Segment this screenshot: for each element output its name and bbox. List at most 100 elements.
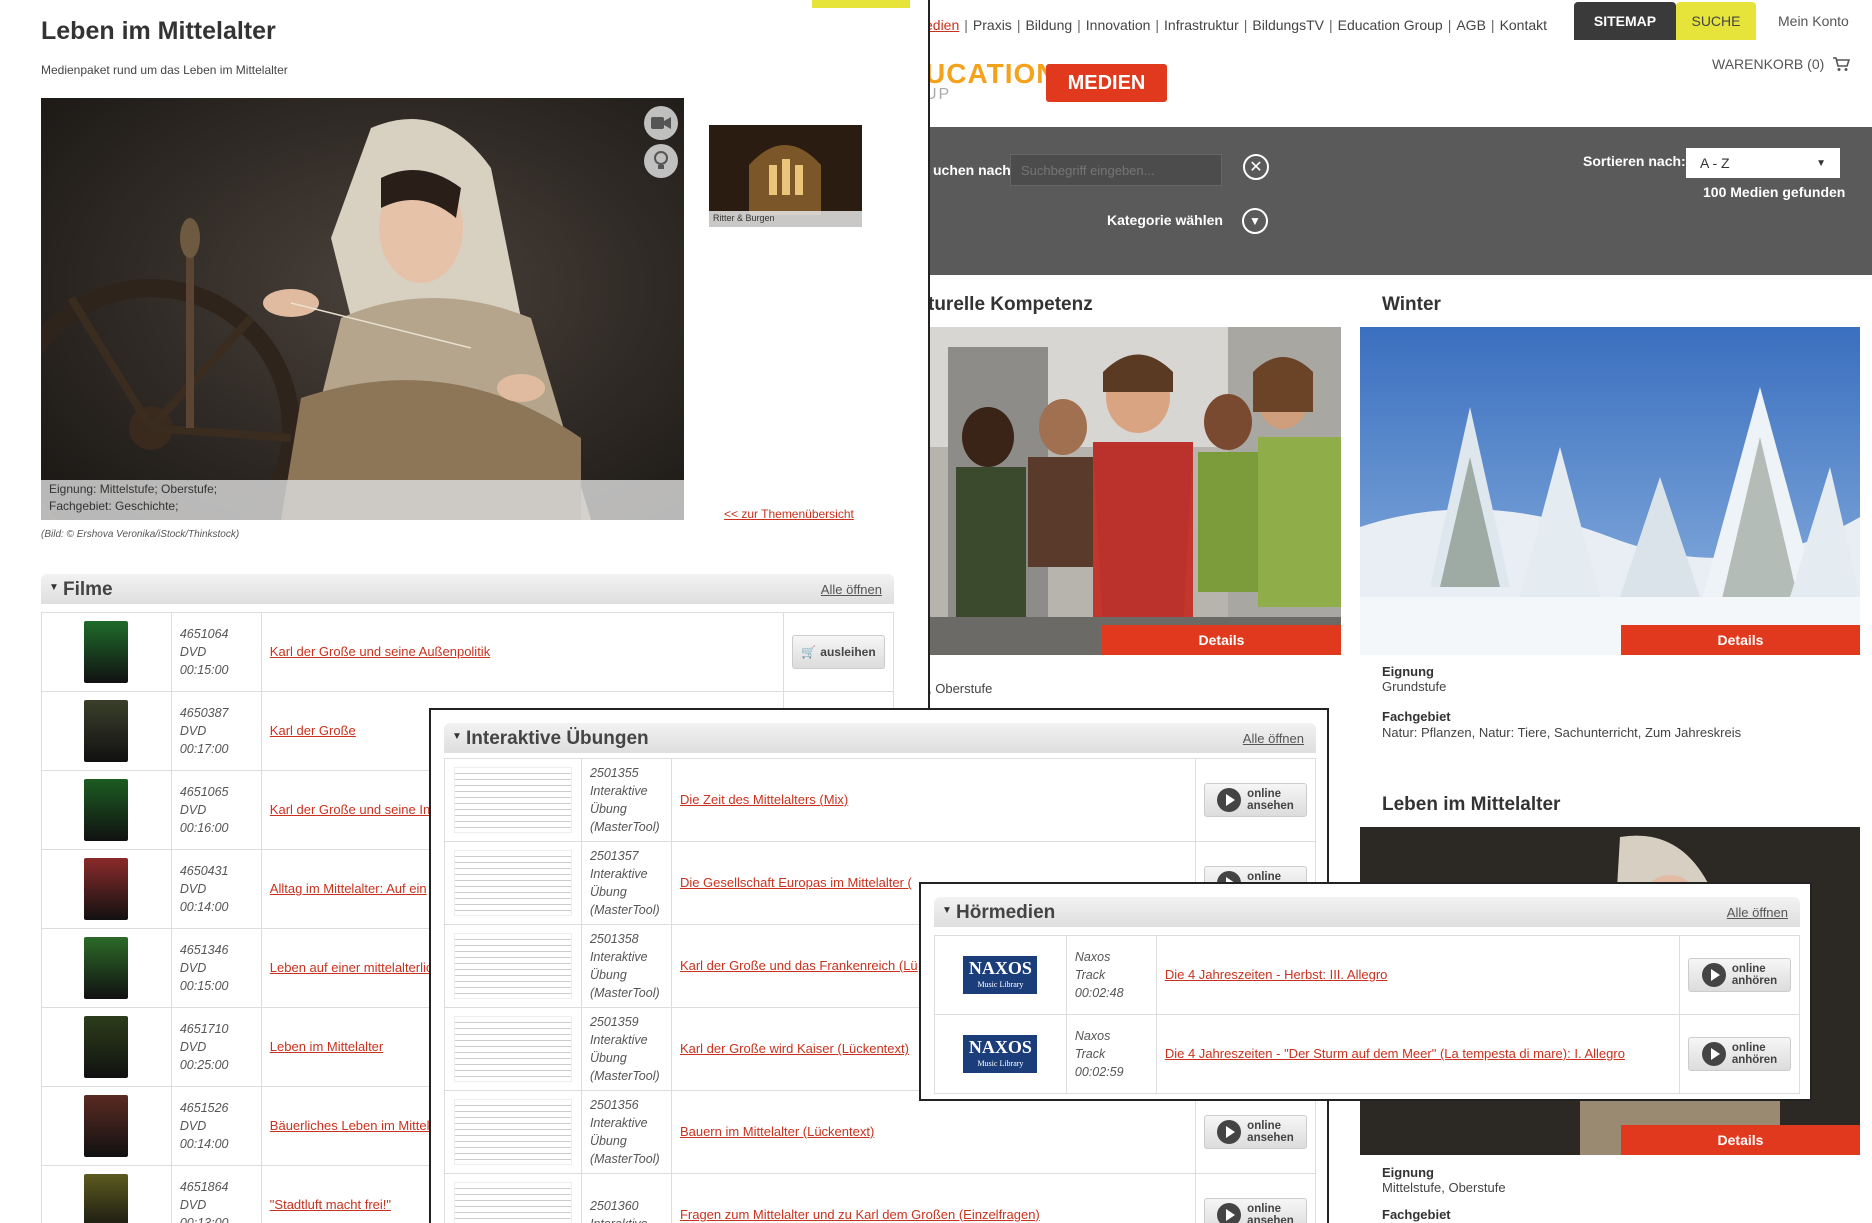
related-thumbnail[interactable]: Ritter & Burgen (709, 125, 862, 227)
uebungen-section-header[interactable]: ▼ Interaktive Übungen Alle öffnen (444, 723, 1316, 753)
online-anhoeren-button[interactable]: online anhören (1688, 958, 1791, 992)
card-eignung-value-winter: Grundstufe (1382, 679, 1447, 694)
card-title-winter[interactable]: Winter (1382, 294, 1441, 316)
media-title-link[interactable]: "Stadtluft macht frei!" (270, 1197, 391, 1212)
table-row[interactable]: NAXOS Music Library Naxos Track 00:02:59 Die … (934, 1014, 1800, 1094)
media-title-link[interactable]: Fragen zum Mittelalter und zu Karl dem G… (680, 1207, 1040, 1222)
nav-item-praxis[interactable]: Praxis (973, 17, 1012, 33)
nav-item-bildungstv[interactable]: BildungsTV (1252, 17, 1324, 33)
exercise-thumbnail[interactable] (453, 1182, 572, 1223)
lightbulb-icon[interactable] (644, 144, 678, 178)
mein-konto-link[interactable]: Mein Konto (1778, 13, 1849, 29)
search-label: uchen nach (933, 162, 1011, 178)
media-title-link[interactable]: Die 4 Jahreszeiten - "Der Sturm auf dem … (1165, 1046, 1625, 1061)
nav-item-education-group[interactable]: Education Group (1338, 17, 1443, 33)
nav-item-bildung[interactable]: Bildung (1025, 17, 1072, 33)
nav-item-innovation[interactable]: Innovation (1086, 17, 1151, 33)
details-button-winter[interactable]: Details (1621, 625, 1860, 655)
hoermedien-open-all-link[interactable]: Alle öffnen (1727, 905, 1788, 920)
nav-item-infrastruktur[interactable]: Infrastruktur (1164, 17, 1239, 33)
nav-item-agb[interactable]: AGB (1456, 17, 1486, 33)
card-title-kompetenz[interactable]: turelle Kompetenz (928, 294, 1093, 316)
media-type: DVD (179, 882, 207, 896)
card-image-kompetenz[interactable] (928, 327, 1341, 655)
table-row[interactable]: NAXOS Music Library Naxos Track 00:02:48 Die … (934, 935, 1800, 1015)
media-title-link[interactable]: Leben auf einer mittelalterlic (270, 960, 433, 975)
media-title-link[interactable]: Die Gesellschaft Europas im Mittelalter … (680, 875, 912, 890)
filme-open-all-link[interactable]: Alle öffnen (821, 582, 882, 597)
media-id: 4651710 (179, 1022, 229, 1036)
online-anhoeren-button[interactable]: online anhören (1688, 1037, 1791, 1071)
dvd-cover-thumbnail[interactable] (84, 621, 129, 683)
page-title: Leben im Mittelalter (41, 17, 276, 45)
details-button-kompetenz[interactable]: Details (1102, 625, 1341, 655)
dvd-cover-thumbnail[interactable] (84, 937, 129, 999)
search-input[interactable] (1010, 154, 1222, 186)
ausleihen-button[interactable]: 🛒 ausleihen (792, 635, 885, 669)
media-title-link[interactable]: Karl der Große und seine In (270, 802, 430, 817)
video-camera-icon[interactable] (644, 106, 678, 140)
media-title-link[interactable]: Karl der Große und seine Außenpolitik (270, 644, 490, 659)
media-type: DVD (179, 1198, 207, 1212)
dvd-cover-thumbnail[interactable] (84, 1016, 129, 1078)
table-row[interactable]: 4651064 DVD 00:15:00 Karl der Große und sei… (41, 612, 894, 692)
media-title-link[interactable]: Die Zeit des Mittelalters (Mix) (680, 792, 848, 807)
back-to-overview-link[interactable]: << zur Themenübersicht (724, 507, 854, 521)
medien-badge[interactable]: MEDIEN (1046, 64, 1167, 102)
media-type-line1: Interaktive (589, 784, 648, 798)
sort-select[interactable]: A - Z ▼ (1686, 148, 1840, 178)
media-duration: 00:25:00 (179, 1058, 229, 1072)
cart-icon: 🛒 (801, 645, 817, 659)
dvd-cover-thumbnail[interactable] (84, 779, 129, 841)
table-row[interactable]: 2501360 Interaktive Fragen zum Mittelalter… (444, 1173, 1316, 1223)
chevron-down-circle-icon[interactable]: ▼ (1242, 208, 1268, 234)
media-duration: 00:02:59 (1074, 1065, 1124, 1079)
nav-item-medien[interactable]: edien (925, 17, 959, 33)
media-type-line2: Übung (589, 885, 627, 899)
exercise-thumbnail[interactable] (453, 933, 572, 999)
uebungen-open-all-link[interactable]: Alle öffnen (1243, 731, 1304, 746)
media-duration: 00:14:00 (179, 1137, 229, 1151)
page-subtitle: Medienpaket rund um das Leben im Mittela… (41, 63, 288, 77)
dvd-cover-thumbnail[interactable] (84, 1095, 129, 1157)
nav-item-kontakt[interactable]: Kontakt (1500, 17, 1547, 33)
table-row[interactable]: 2501355 Interaktive Übung (MasterTool) Die Z… (444, 758, 1316, 842)
dvd-cover-thumbnail[interactable] (84, 1174, 129, 1223)
online-ansehen-button[interactable]: onlineansehen (1204, 1198, 1307, 1223)
media-title-link[interactable]: Die 4 Jahreszeiten - Herbst: III. Allegr… (1165, 967, 1388, 982)
cart-icon (1832, 56, 1851, 75)
filme-section-header[interactable]: ▼ Filme Alle öffnen (41, 574, 894, 604)
collapse-triangle-icon: ▼ (942, 905, 952, 916)
media-title-link[interactable]: Alltag im Mittelalter: Auf ein (270, 881, 427, 896)
exercise-thumbnail[interactable] (453, 1016, 572, 1082)
dvd-cover-thumbnail[interactable] (84, 700, 129, 762)
media-type-line1: Interaktive (590, 1215, 663, 1223)
hoermedien-section-header[interactable]: ▼ Hörmedien Alle öffnen (934, 897, 1800, 927)
online-ansehen-button[interactable]: onlineansehen (1204, 783, 1307, 817)
media-title-link[interactable]: Karl der Große und das Frankenreich (Lü (680, 958, 918, 973)
exercise-thumbnail[interactable] (453, 767, 572, 833)
dvd-cover-thumbnail[interactable] (84, 858, 129, 920)
card-title-mittelalter[interactable]: Leben im Mittelalter (1382, 794, 1560, 816)
card-image-winter[interactable] (1360, 327, 1860, 655)
media-title-link[interactable]: Karl der Große (270, 723, 356, 738)
media-type: Track (1074, 1047, 1106, 1061)
online-ansehen-button[interactable]: onlineansehen (1204, 1115, 1307, 1149)
card-fach-value-winter: Natur: Pflanzen, Natur: Tiere, Sachunter… (1382, 725, 1742, 740)
sitemap-button[interactable]: SITEMAP (1574, 2, 1676, 40)
exercise-thumbnail[interactable] (453, 850, 572, 916)
media-id: 2501356 (589, 1098, 639, 1112)
table-row[interactable]: 2501356 Interaktive Übung (MasterTool) Bauer… (444, 1090, 1316, 1174)
suche-button[interactable]: SUCHE (1676, 2, 1756, 40)
details-button-mittelalter[interactable]: Details (1621, 1125, 1860, 1155)
media-title-link[interactable]: Bauern im Mittelalter (Lückentext) (680, 1124, 874, 1139)
play-icon (1217, 1203, 1242, 1223)
close-circle-icon[interactable]: ✕ (1243, 154, 1269, 180)
media-title-link[interactable]: Leben im Mittelalter (270, 1039, 383, 1054)
collapse-triangle-icon: ▼ (49, 582, 59, 593)
media-title-link[interactable]: Karl der Große wird Kaiser (Lückentext) (680, 1041, 909, 1056)
exercise-thumbnail[interactable] (453, 1099, 572, 1165)
media-type-line3: (MasterTool) (589, 986, 660, 1000)
warenkorb-link[interactable]: WARENKORB (0) (1712, 56, 1851, 75)
media-title-link[interactable]: Bäuerliches Leben im Mittel (270, 1118, 430, 1133)
